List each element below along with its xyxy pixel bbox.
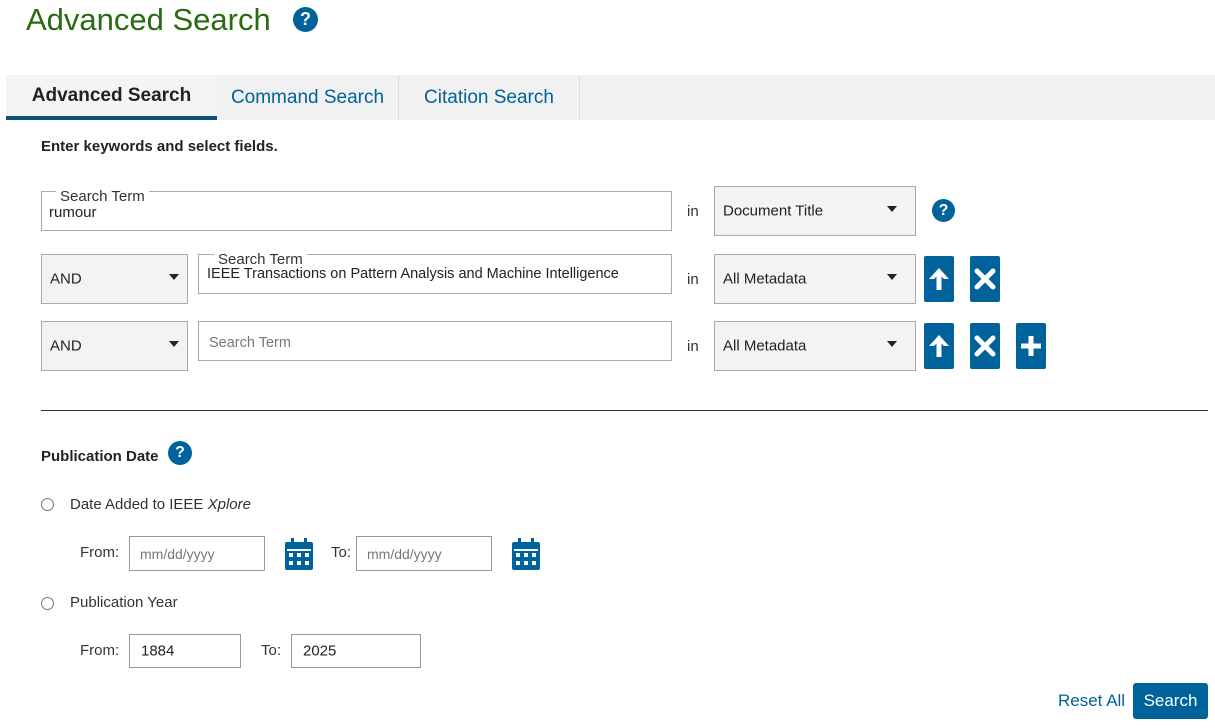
remove-row-button[interactable] — [970, 323, 1000, 369]
reset-all-button[interactable]: Reset All — [1058, 691, 1125, 711]
operator-select-3[interactable]: AND — [41, 321, 188, 371]
move-up-button[interactable] — [924, 323, 954, 369]
search-term-value: IEEE Transactions on Pattern Analysis an… — [207, 266, 619, 282]
chevron-down-icon — [169, 274, 179, 280]
chevron-down-icon — [887, 206, 897, 212]
calendar-icon[interactable] — [285, 538, 313, 570]
date-added-to-input[interactable]: mm/dd/yyyy — [356, 536, 492, 571]
search-term-value: rumour — [49, 204, 97, 221]
help-icon[interactable]: ? — [293, 7, 318, 32]
arrow-up-icon — [929, 335, 949, 357]
date-added-from-input[interactable]: mm/dd/yyyy — [129, 536, 265, 571]
field-select-value: All Metadata — [723, 270, 807, 288]
to-label: To: — [331, 544, 352, 561]
operator-value: AND — [50, 270, 82, 288]
help-icon[interactable]: ? — [932, 199, 955, 222]
plus-icon — [1021, 336, 1041, 356]
field-select-3[interactable]: All Metadata — [714, 321, 916, 371]
in-label: in — [687, 338, 699, 355]
from-label: From: — [80, 544, 120, 561]
in-label: in — [687, 271, 699, 288]
publication-year-label: Publication Year — [70, 594, 178, 611]
move-up-button[interactable] — [924, 256, 954, 302]
field-select-value: All Metadata — [723, 337, 807, 355]
help-icon[interactable]: ? — [168, 441, 192, 465]
year-from-input[interactable]: 1884 — [129, 634, 241, 668]
close-icon — [974, 268, 996, 290]
operator-select-2[interactable]: AND — [41, 254, 188, 304]
in-label: in — [687, 203, 699, 220]
tab-citation-search[interactable]: Citation Search — [399, 75, 580, 120]
arrow-up-icon — [929, 268, 949, 290]
publication-date-heading: Publication Date — [41, 448, 159, 465]
search-term-label: Search Term — [214, 252, 307, 267]
search-term-placeholder: Search Term — [209, 335, 291, 351]
chevron-down-icon — [887, 274, 897, 280]
date-added-radio[interactable] — [41, 498, 54, 511]
date-placeholder: mm/dd/yyyy — [367, 545, 442, 562]
year-to-input[interactable]: 2025 — [291, 634, 421, 668]
remove-row-button[interactable] — [970, 256, 1000, 302]
field-select-1[interactable]: Document Title — [714, 186, 916, 236]
date-added-label: Date Added to IEEE Xplore — [70, 496, 251, 513]
from-label: From: — [80, 642, 120, 659]
close-icon — [974, 335, 996, 357]
publication-year-radio[interactable] — [41, 597, 54, 610]
section-divider — [41, 410, 1208, 411]
search-tabs: Advanced Search Command Search Citation … — [6, 75, 1215, 120]
page-title: Advanced Search — [26, 2, 271, 37]
year-to-value: 2025 — [303, 642, 337, 660]
search-button[interactable]: Search — [1133, 683, 1208, 719]
add-row-button[interactable] — [1016, 323, 1046, 369]
tab-advanced-search[interactable]: Advanced Search — [6, 75, 217, 120]
operator-value: AND — [50, 337, 82, 355]
date-placeholder: mm/dd/yyyy — [140, 545, 215, 562]
chevron-down-icon — [169, 341, 179, 347]
calendar-icon[interactable] — [512, 538, 540, 570]
field-select-2[interactable]: All Metadata — [714, 254, 916, 304]
to-label: To: — [261, 642, 282, 659]
search-term-input-3[interactable]: Search Term — [198, 321, 672, 361]
tab-command-search[interactable]: Command Search — [217, 75, 399, 120]
chevron-down-icon — [887, 341, 897, 347]
year-from-value: 1884 — [141, 642, 175, 660]
field-select-value: Document Title — [723, 202, 824, 220]
search-term-label: Search Term — [56, 189, 149, 204]
instructions-text: Enter keywords and select fields. — [41, 138, 278, 155]
